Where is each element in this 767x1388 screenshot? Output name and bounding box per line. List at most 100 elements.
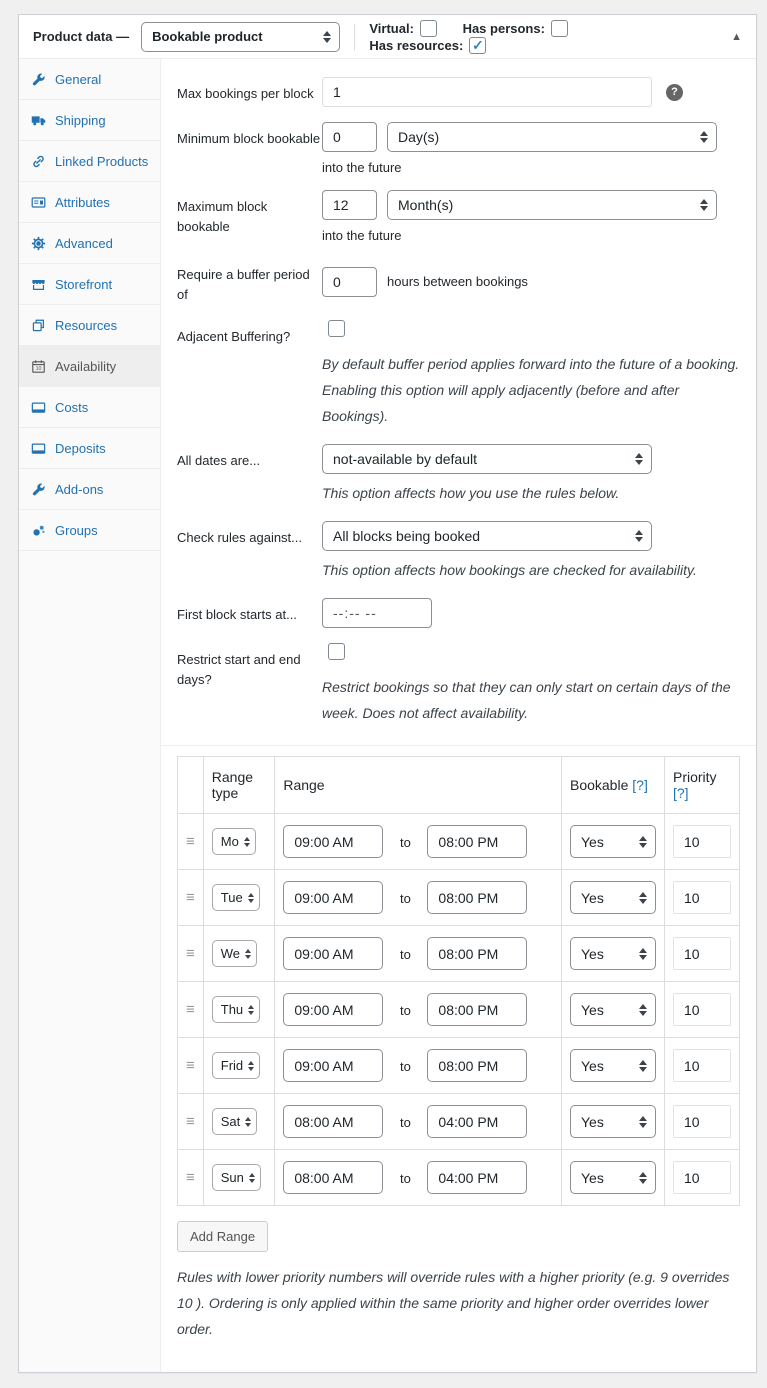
field-check-rules: Check rules against... All blocks being … xyxy=(177,521,740,583)
sidebar-tab-general[interactable]: General xyxy=(19,59,160,100)
day-select[interactable]: Sat xyxy=(212,1108,258,1135)
tab-label: Deposits xyxy=(55,441,106,456)
adjacent-buffering-checkbox[interactable]: ✓ xyxy=(328,320,345,337)
sidebar-tab-linked-products[interactable]: Linked Products xyxy=(19,141,160,182)
min-block-unit-select[interactable]: Day(s) xyxy=(387,122,717,152)
sidebar-tab-availability[interactable]: Availability xyxy=(19,346,160,387)
sidebar-tab-add-ons[interactable]: Add-ons xyxy=(19,469,160,510)
sidebar-tab-storefront[interactable]: Storefront xyxy=(19,264,160,305)
select-arrows-icon xyxy=(639,1004,647,1016)
range-to-input[interactable]: 08:00 PM xyxy=(427,993,527,1026)
range-column-header: Range xyxy=(275,757,562,814)
drag-handle[interactable]: ≡ xyxy=(178,982,204,1038)
calendar-icon xyxy=(31,359,46,374)
sidebar-tab-advanced[interactable]: Advanced xyxy=(19,223,160,264)
drag-handle[interactable]: ≡ xyxy=(178,1150,204,1206)
truck-icon xyxy=(31,113,46,128)
first-block-time-input[interactable]: --:-- -- xyxy=(322,598,432,628)
priority-cell: 10 xyxy=(665,1094,740,1150)
sidebar-tab-shipping[interactable]: Shipping xyxy=(19,100,160,141)
bookable-select[interactable]: Yes xyxy=(570,1049,656,1082)
priority-input[interactable]: 10 xyxy=(673,1105,731,1138)
select-arrows-icon xyxy=(639,1172,647,1184)
range-to-input[interactable]: 08:00 PM xyxy=(427,881,527,914)
bookable-select[interactable]: Yes xyxy=(570,1105,656,1138)
help-tip-icon[interactable]: ? xyxy=(666,84,683,101)
day-select[interactable]: Mo xyxy=(212,828,256,855)
stack-icon xyxy=(31,318,46,333)
max-block-unit-select[interactable]: Month(s) xyxy=(387,190,717,220)
day-select[interactable]: We xyxy=(212,940,257,967)
max-block-input[interactable]: 12 xyxy=(322,190,377,220)
availability-rule-row: ≡ Tue 09:00 AM to 08:00 PM Yes 10 xyxy=(178,870,740,926)
range-from-input[interactable]: 09:00 AM xyxy=(283,881,383,914)
bookable-select[interactable]: Yes xyxy=(570,993,656,1026)
restrict-days-checkbox[interactable]: ✓ xyxy=(328,643,345,660)
product-type-toggle: Virtual: ✓ xyxy=(369,20,437,37)
all-dates-value: not-available by default xyxy=(333,451,477,467)
sidebar-tab-deposits[interactable]: Deposits xyxy=(19,428,160,469)
bookable-select[interactable]: Yes xyxy=(570,881,656,914)
sidebar-tab-costs[interactable]: Costs xyxy=(19,387,160,428)
select-arrows-icon xyxy=(635,530,643,542)
drag-handle[interactable]: ≡ xyxy=(178,870,204,926)
tab-label: Add-ons xyxy=(55,482,103,497)
sidebar-tab-groups[interactable]: Groups xyxy=(19,510,160,551)
add-range-button[interactable]: Add Range xyxy=(177,1221,268,1252)
day-select[interactable]: Tue xyxy=(212,884,260,911)
range-from-input[interactable]: 09:00 AM xyxy=(283,937,383,970)
drag-handle[interactable]: ≡ xyxy=(178,926,204,982)
product-type-select[interactable]: Bookable product xyxy=(141,22,340,52)
range-type-cell: Thu xyxy=(203,982,275,1038)
to-label: to xyxy=(400,835,411,850)
priority-input[interactable]: 10 xyxy=(673,825,731,858)
bookable-cell: Yes xyxy=(561,982,664,1038)
range-to-input[interactable]: 08:00 PM xyxy=(427,1049,527,1082)
min-block-input[interactable]: 0 xyxy=(322,122,377,152)
drag-handle[interactable]: ≡ xyxy=(178,1094,204,1150)
table-header-row: Range type Range Bookable [?] Priority [… xyxy=(178,757,740,814)
handle-column-header xyxy=(178,757,204,814)
priority-input[interactable]: 10 xyxy=(673,937,731,970)
range-from-input[interactable]: 09:00 AM xyxy=(283,993,383,1026)
attributes-icon xyxy=(31,195,46,210)
drag-handle[interactable]: ≡ xyxy=(178,814,204,870)
priority-input[interactable]: 10 xyxy=(673,1049,731,1082)
tab-label: Linked Products xyxy=(55,154,148,169)
priority-input[interactable]: 10 xyxy=(673,993,731,1026)
card-icon xyxy=(31,400,46,415)
check-rules-select[interactable]: All blocks being booked xyxy=(322,521,652,551)
range-to-input[interactable]: 08:00 PM xyxy=(427,937,527,970)
range-from-input[interactable]: 08:00 AM xyxy=(283,1161,383,1194)
bookable-select[interactable]: Yes xyxy=(570,1161,656,1194)
range-from-input[interactable]: 08:00 AM xyxy=(283,1105,383,1138)
sidebar-tab-resources[interactable]: Resources xyxy=(19,305,160,346)
collapse-panel-icon[interactable]: ▲ xyxy=(731,31,742,43)
drag-handle[interactable]: ≡ xyxy=(178,1038,204,1094)
bookable-select[interactable]: Yes xyxy=(570,825,656,858)
range-cell: 09:00 AM to 08:00 PM xyxy=(275,982,562,1038)
day-value: We xyxy=(221,946,240,961)
range-from-input[interactable]: 09:00 AM xyxy=(283,825,383,858)
day-select[interactable]: Frid xyxy=(212,1052,260,1079)
range-from-input[interactable]: 09:00 AM xyxy=(283,1049,383,1082)
range-to-input[interactable]: 04:00 PM xyxy=(427,1161,527,1194)
max-bookings-input[interactable]: 1 xyxy=(322,77,652,107)
sidebar-tab-attributes[interactable]: Attributes xyxy=(19,182,160,223)
range-to-input[interactable]: 08:00 PM xyxy=(427,825,527,858)
range-to-input[interactable]: 04:00 PM xyxy=(427,1105,527,1138)
select-arrows-icon xyxy=(245,1117,251,1127)
bookable-select[interactable]: Yes xyxy=(570,937,656,970)
priority-input[interactable]: 10 xyxy=(673,1161,731,1194)
priority-help-link[interactable]: [?] xyxy=(673,785,689,801)
all-dates-select[interactable]: not-available by default xyxy=(322,444,652,474)
toggle-checkbox[interactable]: ✓ xyxy=(420,20,437,37)
day-select[interactable]: Sun xyxy=(212,1164,261,1191)
bookable-help-link[interactable]: [?] xyxy=(632,777,648,793)
priority-input[interactable]: 10 xyxy=(673,881,731,914)
availability-rule-row: ≡ Sat 08:00 AM to 04:00 PM Yes 10 xyxy=(178,1094,740,1150)
buffer-input[interactable]: 0 xyxy=(322,267,377,297)
toggle-checkbox[interactable]: ✓ xyxy=(551,20,568,37)
day-select[interactable]: Thu xyxy=(212,996,260,1023)
toggle-checkbox[interactable]: ✓ xyxy=(469,37,486,54)
